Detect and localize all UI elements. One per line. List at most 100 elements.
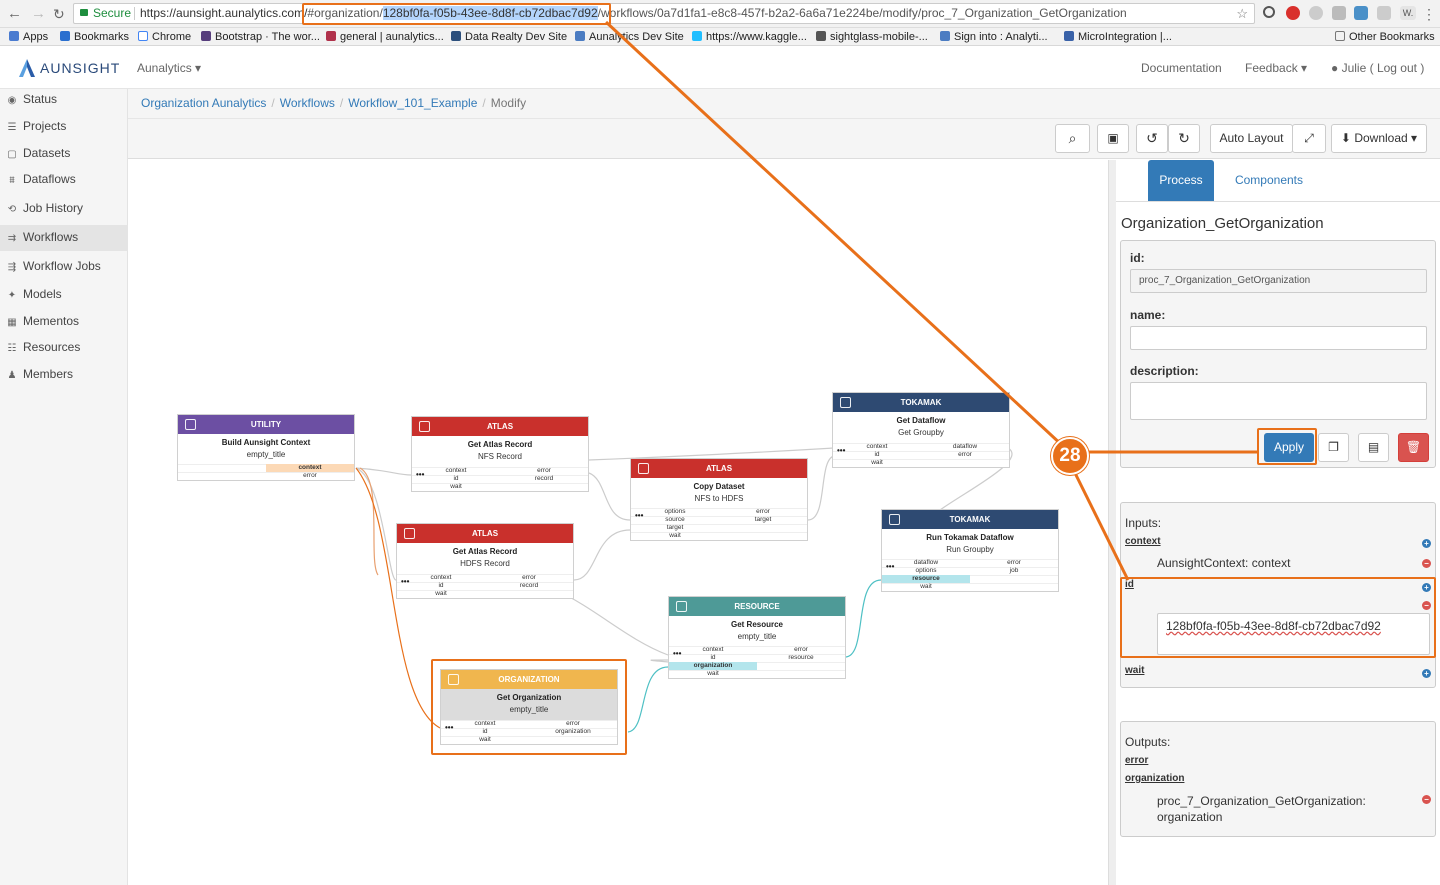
input-port[interactable]: id	[397, 582, 485, 590]
undo-button[interactable]: ↺	[1136, 124, 1168, 153]
workflow-node-tokamak2[interactable]: TOKAMAK Run Tokamak Dataflow Run Groupby da…	[881, 509, 1059, 592]
bookmark-star-icon[interactable]: ☆	[1236, 4, 1248, 23]
input-port[interactable]: wait	[833, 459, 921, 467]
workflow-canvas[interactable]: UTILITY Build Aunsight Context empty_title…	[128, 160, 1108, 885]
output-port[interactable]: error	[719, 508, 807, 516]
bookmark-item[interactable]: sightglass-mobile-...	[816, 30, 928, 44]
paste-button[interactable]: ▤	[1358, 433, 1389, 462]
name-field[interactable]	[1130, 326, 1427, 350]
download-button[interactable]: ⬇ Download ▾	[1331, 124, 1427, 153]
other-bookmarks[interactable]: Other Bookmarks	[1335, 30, 1435, 44]
sidebar-item-workflows[interactable]: ⇉ Workflows	[0, 225, 128, 251]
input-port[interactable]: wait	[631, 532, 719, 540]
bookmark-item[interactable]: https://www.kaggle...	[692, 30, 807, 44]
more-ports-icon[interactable]: •••	[401, 577, 409, 586]
feedback-menu[interactable]: Feedback ▾	[1245, 60, 1307, 76]
sidebar-item-status[interactable]: ◉ Status	[0, 87, 128, 113]
save-button[interactable]: ▣	[1097, 124, 1129, 153]
output-port[interactable]: job	[970, 567, 1058, 575]
workflow-node-atlas3[interactable]: ATLAS Get Atlas Record HDFS Record context i…	[396, 523, 574, 599]
output-port[interactable]: error	[921, 451, 1009, 459]
extension-s-icon[interactable]	[1377, 6, 1391, 20]
bookmark-item[interactable]: general | aunalytics...	[326, 30, 444, 44]
app-logo[interactable]: AUNSIGHT	[18, 57, 120, 79]
fullscreen-button[interactable]: ⤢	[1292, 124, 1326, 153]
forward-icon[interactable]: →	[31, 4, 46, 24]
input-port[interactable]: wait	[412, 483, 500, 491]
more-ports-icon[interactable]: •••	[837, 446, 845, 455]
output-port[interactable]: error	[266, 472, 354, 480]
address-bar[interactable]: Secure https://aunsight.aunalytics.com/#…	[73, 3, 1255, 24]
sidebar-item-projects[interactable]: ☰ Projects	[0, 114, 128, 140]
redo-button[interactable]: ↻	[1168, 124, 1200, 153]
input-port[interactable]: wait	[669, 670, 757, 678]
workflow-node-utility[interactable]: UTILITY Build Aunsight Context empty_title…	[177, 414, 355, 481]
input-port[interactable]: wait	[882, 583, 970, 591]
search-extension-icon[interactable]	[1263, 6, 1275, 18]
workflow-node-resource[interactable]: RESOURCE Get Resource empty_title context id…	[668, 596, 846, 679]
input-port[interactable]: source	[631, 516, 719, 524]
output-error-link[interactable]: error	[1125, 755, 1148, 766]
more-ports-icon[interactable]: •••	[416, 470, 424, 479]
sidebar-item-workflow-jobs[interactable]: ⇶ Workflow Jobs	[0, 254, 128, 280]
extension-k-icon[interactable]	[1332, 6, 1346, 20]
remove-icon[interactable]: −	[1422, 795, 1431, 804]
remove-icon[interactable]: −	[1422, 559, 1431, 568]
output-port[interactable]: context	[266, 464, 354, 472]
output-port[interactable]: record	[485, 582, 573, 590]
more-ports-icon[interactable]: •••	[673, 649, 681, 658]
output-port[interactable]: target	[719, 516, 807, 524]
input-port[interactable]: context	[669, 646, 757, 654]
input-port[interactable]: organization	[669, 662, 757, 670]
bookmark-item[interactable]: Sign into : Analyti...	[940, 30, 1048, 44]
input-port[interactable]: options	[882, 567, 970, 575]
breadcrumb-link[interactable]: Organization Aunalytics	[141, 96, 266, 110]
documentation-link[interactable]: Documentation	[1141, 60, 1222, 76]
user-menu[interactable]: ● Julie ( Log out )	[1331, 60, 1424, 76]
screenshot-extension-icon[interactable]	[1354, 6, 1368, 20]
bookmark-item[interactable]: Apps	[9, 30, 48, 44]
adblock-icon[interactable]	[1286, 6, 1300, 20]
add-icon[interactable]: +	[1422, 669, 1431, 678]
tab-process[interactable]: Process	[1148, 160, 1214, 201]
breadcrumb-link[interactable]: Workflow_101_Example	[348, 96, 477, 110]
extension-w-icon[interactable]: W.	[1400, 6, 1416, 20]
sidebar-item-dataflows[interactable]: ⩩ Dataflows	[0, 167, 128, 193]
output-port[interactable]: error	[970, 559, 1058, 567]
delete-button[interactable]: 🗑	[1398, 433, 1429, 462]
output-port[interactable]: error	[485, 574, 573, 582]
tab-components[interactable]: Components	[1224, 160, 1314, 201]
input-port[interactable]: context	[397, 574, 485, 582]
output-organization-link[interactable]: organization	[1125, 773, 1184, 784]
description-field[interactable]	[1130, 382, 1427, 420]
id-field[interactable]: proc_7_Organization_GetOrganization	[1130, 269, 1427, 293]
search-button[interactable]: ⌕	[1055, 124, 1090, 153]
org-menu[interactable]: Aunalytics ▾	[137, 60, 201, 76]
input-port[interactable]: context	[833, 443, 921, 451]
more-ports-icon[interactable]: •••	[635, 511, 643, 520]
extension-circle-icon[interactable]	[1309, 6, 1323, 20]
chrome-menu-icon[interactable]: ⋮	[1422, 4, 1436, 24]
auto-layout-button[interactable]: Auto Layout	[1210, 124, 1293, 153]
input-port[interactable]: wait	[397, 590, 485, 598]
input-port[interactable]: target	[631, 524, 719, 532]
input-port[interactable]: resource	[882, 575, 970, 583]
workflow-node-tokamak1[interactable]: TOKAMAK Get Dataflow Get Groupby context id w…	[832, 392, 1010, 468]
sidebar-item-datasets[interactable]: ▢ Datasets	[0, 141, 128, 167]
bookmark-item[interactable]: Chrome	[138, 30, 191, 44]
input-port[interactable]: id	[669, 654, 757, 662]
bookmark-item[interactable]: Aunalytics Dev Site	[575, 30, 684, 44]
bookmark-item[interactable]: MicroIntegration |...	[1064, 30, 1172, 44]
bookmark-item[interactable]: Bookmarks	[60, 30, 129, 44]
input-port[interactable]: id	[412, 475, 500, 483]
bookmark-item[interactable]: Bootstrap · The wor...	[201, 30, 320, 44]
output-port[interactable]: dataflow	[921, 443, 1009, 451]
workflow-node-atlas1[interactable]: ATLAS Get Atlas Record NFS Record context id…	[411, 416, 589, 492]
output-port[interactable]: record	[500, 475, 588, 483]
reload-icon[interactable]: ↻	[53, 4, 65, 24]
input-wait-link[interactable]: wait	[1125, 665, 1144, 676]
input-context-link[interactable]: context	[1125, 536, 1161, 547]
output-port[interactable]: resource	[757, 654, 845, 662]
input-port[interactable]: id	[833, 451, 921, 459]
sidebar-item-models[interactable]: ✦ Models	[0, 282, 128, 308]
